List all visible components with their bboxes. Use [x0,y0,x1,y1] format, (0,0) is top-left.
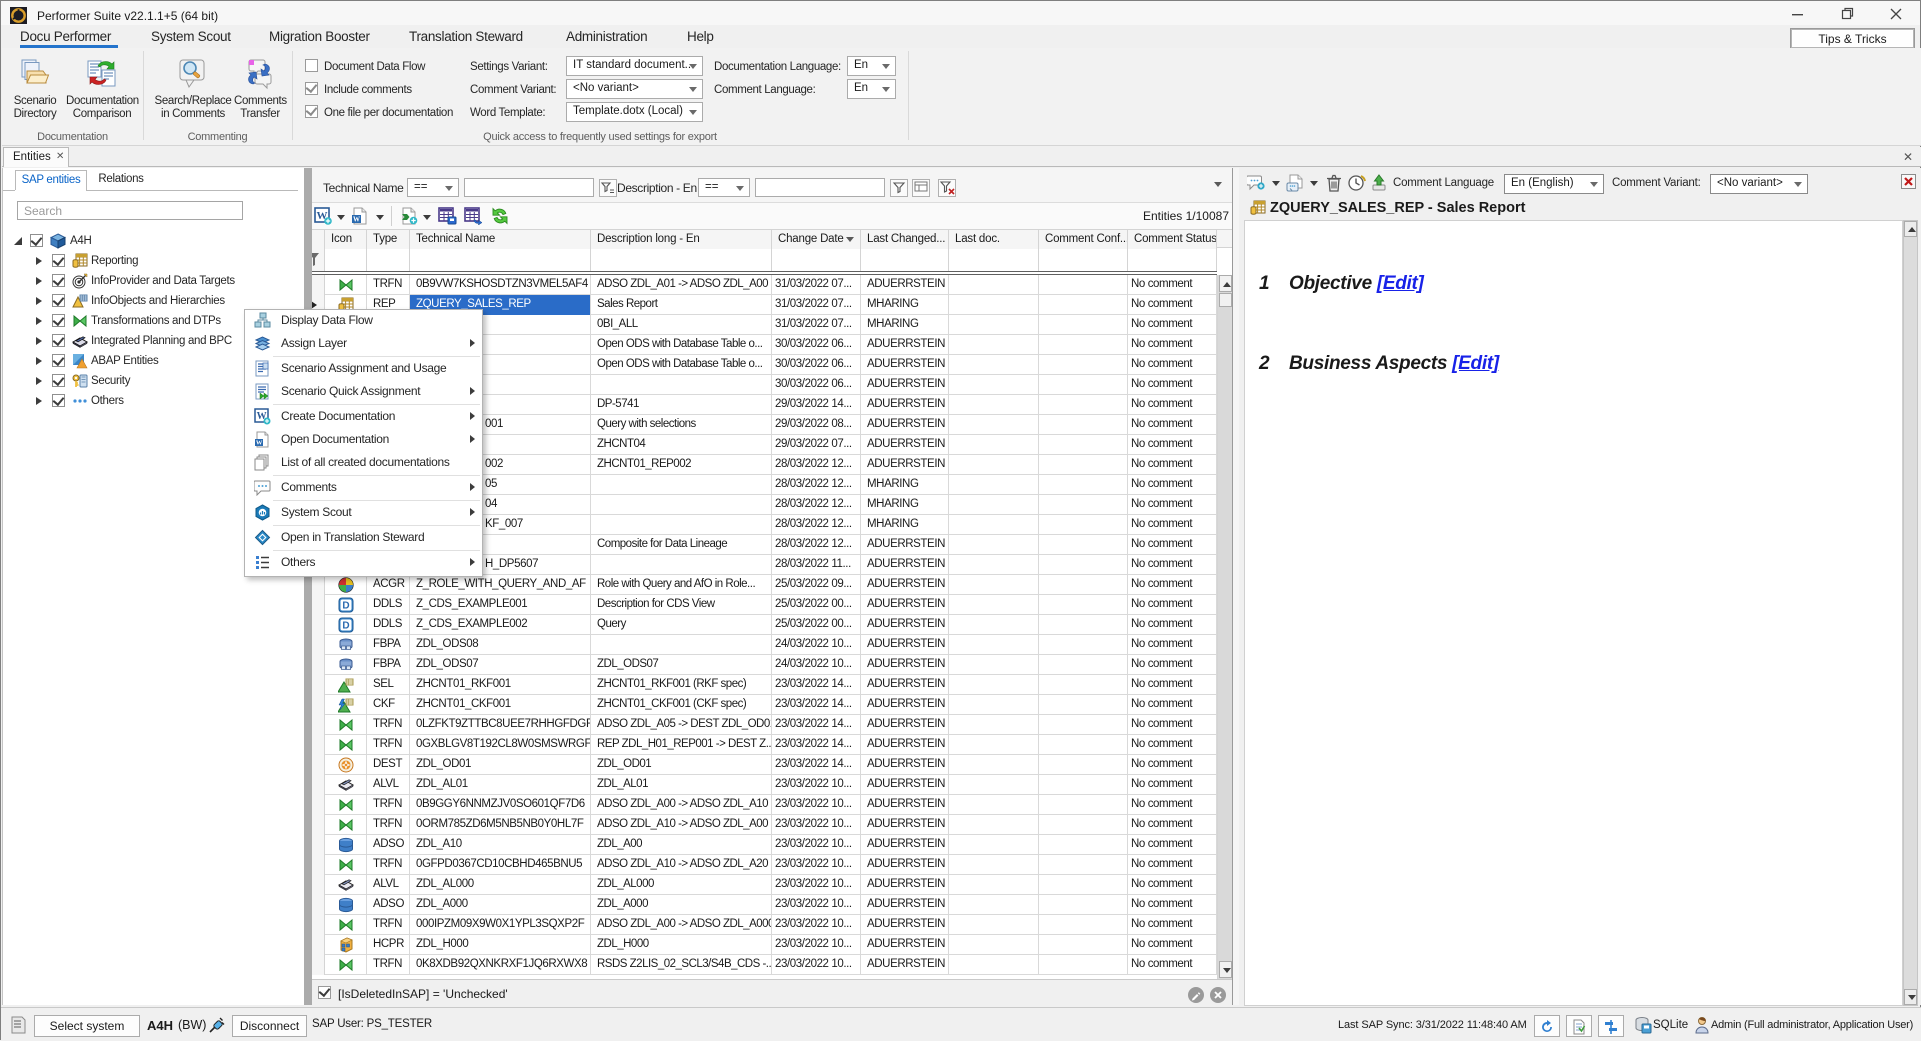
svg-text:W: W [256,440,263,447]
svg-text:D: D [342,621,349,632]
svg-text:W: W [353,216,360,224]
svg-text:D: D [342,601,349,612]
